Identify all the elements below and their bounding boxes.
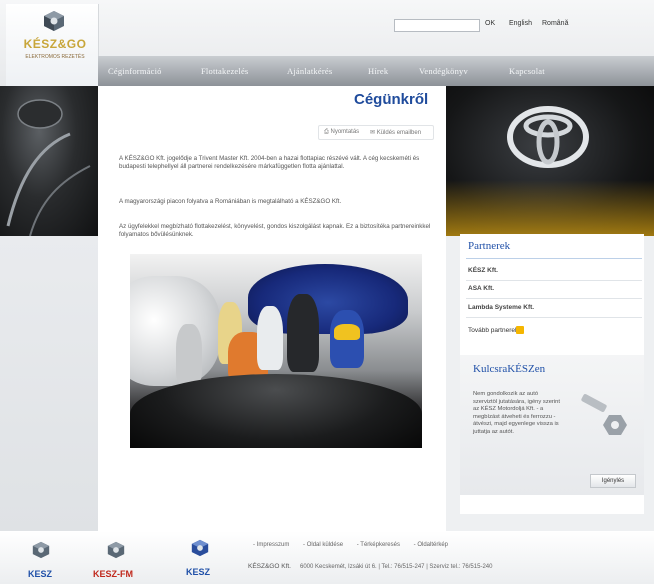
footer-link-imprint[interactable]: Impresszum — [257, 542, 290, 548]
partner-link[interactable]: KÉSZ Kft. — [468, 267, 498, 274]
nav-item-quote[interactable]: Ajánlatkérés — [287, 66, 332, 76]
silver-car-shape — [130, 276, 220, 386]
keys-title: KulcsraKÉSZen — [473, 363, 546, 375]
footer-company-name: KÉSZ&GO Kft. — [248, 563, 291, 570]
footer-link-send-page[interactable]: Oldal küldése — [307, 542, 343, 548]
market-paragraph: A magyarországi piacon folyatva a Románi… — [119, 198, 342, 205]
send-label: Küldés emailben — [376, 130, 422, 136]
partner-link[interactable]: Lambda Systeme Kft. — [468, 304, 534, 311]
print-link[interactable]: ⎙ Nyomtatás — [324, 129, 359, 136]
lang-romana-link[interactable]: Română — [542, 20, 568, 27]
nav-item-news[interactable]: Hírek — [368, 66, 388, 76]
logo-link[interactable]: KÉSZ&GO ELEKTROMOS REZETÉS — [6, 4, 99, 86]
footer-address: 6000 Kecskemét, Izsáki út 6. | Tel.: 76/… — [300, 564, 493, 570]
partner-link[interactable]: ASA Kft. — [468, 285, 494, 292]
nav-item-contact[interactable]: Kapcsolat — [509, 66, 545, 76]
footer-logo-kesz[interactable]: KESZ — [28, 569, 52, 579]
person-6-shirt — [334, 324, 360, 340]
kesz-fm-logo-icon — [107, 541, 125, 559]
search-button[interactable]: OK — [485, 20, 495, 27]
partner-divider — [466, 280, 642, 281]
car-key-icon — [581, 394, 627, 435]
lang-english-link[interactable]: English — [509, 20, 532, 27]
partners-divider — [466, 258, 642, 259]
nav-item-guestbook[interactable]: Vendégkönyv — [419, 66, 468, 76]
footer-logo-kesz-fm[interactable]: KESZ-FM — [93, 569, 133, 579]
search-input[interactable] — [394, 19, 480, 32]
arrow-right-icon[interactable] — [516, 326, 524, 334]
partners-title: Partnerek — [468, 240, 511, 252]
person-4 — [257, 306, 283, 370]
main-nav: Céginformáció Flottakezelés Ajánlatkérés… — [98, 56, 654, 86]
left-car-interior-photo — [0, 86, 98, 237]
footer-link-sitemap[interactable]: Oldaltérkép — [417, 542, 448, 548]
intro-paragraph: A KÉSZ&GO Kft. jogelődje a Trivent Maste… — [119, 155, 420, 170]
footer-link-map[interactable]: Térképkeresés — [360, 542, 400, 548]
partner-divider — [466, 317, 642, 318]
right-photo-glow — [446, 180, 654, 236]
keys-description: Nem gondolkozik az autó szerviztöl jutat… — [473, 391, 560, 435]
printer-icon: ⎙ — [324, 129, 329, 135]
left-decor-panel — [0, 236, 98, 531]
footer-logo-kesz-2[interactable]: KESZ — [186, 567, 210, 577]
black-car-shape — [130, 374, 422, 448]
kesz-logo-icon — [32, 541, 50, 559]
nav-item-company-info[interactable]: Céginformáció — [108, 66, 162, 76]
send-email-link[interactable]: ✉ Küldés emailben — [370, 129, 421, 136]
toyota-emblem-icon — [507, 106, 589, 168]
team-photo — [130, 254, 422, 448]
page-title: Cégünkről — [354, 91, 429, 108]
nav-item-fleet[interactable]: Flottakezelés — [201, 66, 248, 76]
service-paragraph: Az ügyfelekkel megbízható flottakezelést… — [119, 223, 431, 238]
logo-subtitle: ELEKTROMOS REZETÉS — [25, 54, 85, 60]
keys-request-button[interactable]: Igénylés — [590, 474, 636, 488]
partner-divider — [466, 298, 642, 299]
kesz-blue-logo-icon — [191, 539, 209, 557]
print-label: Nyomtatás — [330, 129, 360, 135]
person-5 — [287, 294, 319, 372]
footer-links: - Impresszum - Oldal küldése - Térképker… — [253, 542, 448, 548]
more-partners-link[interactable]: Tovább partnerek — [468, 327, 518, 334]
cube-logo-icon — [44, 11, 64, 31]
envelope-icon: ✉ — [370, 130, 376, 136]
person-1 — [176, 324, 202, 384]
logo-text: KÉSZ&GO — [23, 37, 87, 51]
